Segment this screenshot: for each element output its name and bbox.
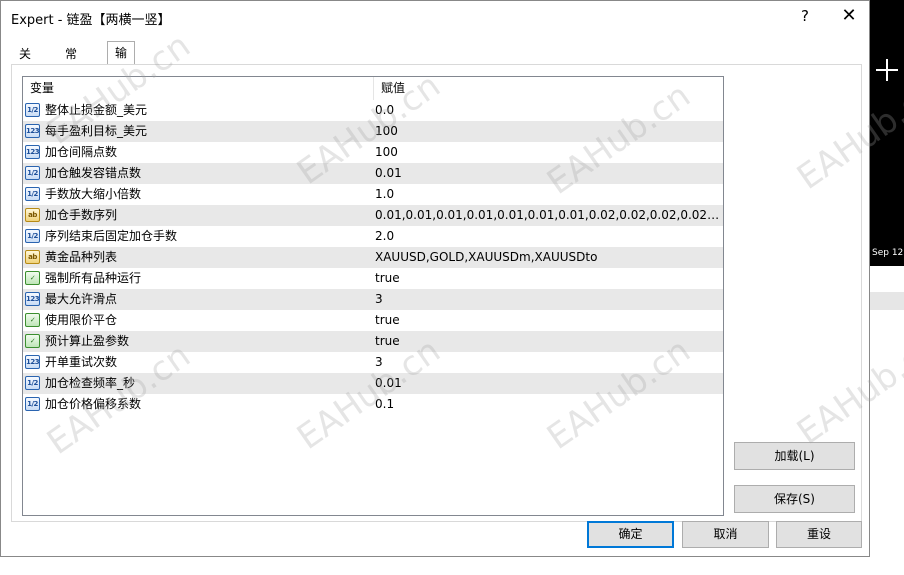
table-row[interactable]: 123 最大允许滑点 3 bbox=[23, 289, 723, 310]
background-toolbar bbox=[870, 292, 904, 310]
variable-name: 最大允许滑点 bbox=[45, 292, 118, 306]
table-row[interactable]: ab 黄金品种列表 XAUUSD,GOLD,XAUUSDm,XAUUSDto bbox=[23, 247, 723, 268]
double-type-icon: 1/2 bbox=[25, 166, 40, 180]
variable-name: 预计算止盈参数 bbox=[45, 334, 130, 348]
int-type-icon: 123 bbox=[25, 124, 40, 138]
variable-cell[interactable]: 1/2 整体止损金额_美元 bbox=[23, 100, 374, 121]
value-cell[interactable]: 100 bbox=[375, 121, 721, 142]
grid-header: 变量 赋值 bbox=[23, 77, 723, 100]
value-cell[interactable]: XAUUSD,GOLD,XAUUSDm,XAUUSDto bbox=[375, 247, 721, 268]
string-type-icon: ab bbox=[25, 208, 40, 222]
window-title: Expert - 链盈【两横一竖】 bbox=[11, 13, 171, 28]
tab-about[interactable]: 关于 bbox=[11, 43, 39, 81]
variable-cell[interactable]: 123 每手盈利目标_美元 bbox=[23, 121, 374, 142]
variable-name: 强制所有品种运行 bbox=[45, 271, 142, 285]
table-row[interactable]: 1/2 加仓触发容错点数 0.01 bbox=[23, 163, 723, 184]
column-header-value[interactable]: 赋值 bbox=[374, 77, 723, 100]
variable-cell[interactable]: 1/2 加仓触发容错点数 bbox=[23, 163, 374, 184]
value-cell[interactable]: 0.1 bbox=[375, 394, 721, 415]
int-type-icon: 123 bbox=[25, 355, 40, 369]
tab-common[interactable]: 常用 bbox=[57, 43, 85, 81]
variable-name: 加仓手数序列 bbox=[45, 208, 118, 222]
load-button[interactable]: 加载(L) bbox=[734, 442, 855, 470]
grid-rows: 1/2 整体止损金额_美元 0.0 123 每手盈利目标_美元 100 123 加仓间隔点数 1… bbox=[23, 100, 723, 415]
int-type-icon: 123 bbox=[25, 145, 40, 159]
double-type-icon: 1/2 bbox=[25, 103, 40, 117]
int-type-icon: 123 bbox=[25, 292, 40, 306]
variable-cell[interactable]: ab 黄金品种列表 bbox=[23, 247, 374, 268]
variable-cell[interactable]: ✓ 使用限价平仓 bbox=[23, 310, 374, 331]
variable-cell[interactable]: ab 加仓手数序列 bbox=[23, 205, 374, 226]
variable-name: 黄金品种列表 bbox=[45, 250, 118, 264]
variable-name: 加仓价格偏移系数 bbox=[45, 397, 142, 411]
crosshair-icon-vertical bbox=[886, 59, 888, 81]
variable-cell[interactable]: 123 最大允许滑点 bbox=[23, 289, 374, 310]
table-row[interactable]: ✓ 使用限价平仓 true bbox=[23, 310, 723, 331]
variable-name: 整体止损金额_美元 bbox=[45, 103, 148, 117]
value-cell[interactable]: true bbox=[375, 310, 721, 331]
value-cell[interactable]: 0.01 bbox=[375, 163, 721, 184]
double-type-icon: 1/2 bbox=[25, 376, 40, 390]
variable-name: 加仓检查频率_秒 bbox=[45, 376, 136, 390]
cancel-button[interactable]: 取消 bbox=[682, 521, 769, 548]
parameters-grid: 变量 赋值 1/2 整体止损金额_美元 0.0 123 每手盈利目标_美元 100 123 加… bbox=[22, 76, 724, 516]
string-type-icon: ab bbox=[25, 250, 40, 264]
value-cell[interactable]: 0.01,0.01,0.01,0.01,0.01,0.01,0.01,0.02,… bbox=[375, 205, 721, 226]
double-type-icon: 1/2 bbox=[25, 229, 40, 243]
bool-type-icon: ✓ bbox=[25, 313, 40, 327]
value-cell[interactable]: 0.01 bbox=[375, 373, 721, 394]
save-button[interactable]: 保存(S) bbox=[734, 485, 855, 513]
table-row[interactable]: ✓ 预计算止盈参数 true bbox=[23, 331, 723, 352]
value-cell[interactable]: 3 bbox=[375, 289, 721, 310]
variable-name: 加仓间隔点数 bbox=[45, 145, 118, 159]
double-type-icon: 1/2 bbox=[25, 187, 40, 201]
table-row[interactable]: ab 加仓手数序列 0.01,0.01,0.01,0.01,0.01,0.01,0.… bbox=[23, 205, 723, 226]
table-row[interactable]: 1/2 整体止损金额_美元 0.0 bbox=[23, 100, 723, 121]
ok-button[interactable]: 确定 bbox=[587, 521, 674, 548]
variable-name: 使用限价平仓 bbox=[45, 313, 118, 327]
variable-name: 开单重试次数 bbox=[45, 355, 118, 369]
background-chart bbox=[870, 0, 904, 240]
background-time-axis: Sep 12:2 bbox=[870, 240, 904, 266]
tab-inputs[interactable]: 输入参数 bbox=[107, 41, 136, 126]
table-row[interactable]: 123 开单重试次数 3 bbox=[23, 352, 723, 373]
value-cell[interactable]: 100 bbox=[375, 142, 721, 163]
variable-cell[interactable]: 123 加仓间隔点数 bbox=[23, 142, 374, 163]
variable-name: 手数放大缩小倍数 bbox=[45, 187, 142, 201]
variable-cell[interactable]: 1/2 手数放大缩小倍数 bbox=[23, 184, 374, 205]
column-header-variable[interactable]: 变量 bbox=[23, 77, 374, 100]
variable-cell[interactable]: 1/2 序列结束后固定加仓手数 bbox=[23, 226, 374, 247]
bool-type-icon: ✓ bbox=[25, 271, 40, 285]
help-button[interactable]: ? bbox=[795, 7, 815, 25]
table-row[interactable]: 1/2 手数放大缩小倍数 1.0 bbox=[23, 184, 723, 205]
value-cell[interactable]: 1.0 bbox=[375, 184, 721, 205]
title-bar: Expert - 链盈【两横一竖】 ? ✕ bbox=[1, 1, 869, 33]
table-row[interactable]: 1/2 序列结束后固定加仓手数 2.0 bbox=[23, 226, 723, 247]
variable-cell[interactable]: ✓ 强制所有品种运行 bbox=[23, 268, 374, 289]
variable-name: 加仓触发容错点数 bbox=[45, 166, 142, 180]
variable-cell[interactable]: 1/2 加仓检查频率_秒 bbox=[23, 373, 374, 394]
variable-name: 每手盈利目标_美元 bbox=[45, 124, 148, 138]
value-cell[interactable]: true bbox=[375, 331, 721, 352]
table-row[interactable]: ✓ 强制所有品种运行 true bbox=[23, 268, 723, 289]
reset-button[interactable]: 重设 bbox=[776, 521, 862, 548]
table-row[interactable]: 1/2 加仓检查频率_秒 0.01 bbox=[23, 373, 723, 394]
value-cell[interactable]: 0.0 bbox=[375, 100, 721, 121]
variable-cell[interactable]: ✓ 预计算止盈参数 bbox=[23, 331, 374, 352]
value-cell[interactable]: true bbox=[375, 268, 721, 289]
expert-dialog: Expert - 链盈【两横一竖】 ? ✕ 关于 常用 输入参数 变量 赋值 1… bbox=[0, 0, 870, 557]
bool-type-icon: ✓ bbox=[25, 334, 40, 348]
variable-name: 序列结束后固定加仓手数 bbox=[45, 229, 178, 243]
double-type-icon: 1/2 bbox=[25, 397, 40, 411]
variable-cell[interactable]: 123 开单重试次数 bbox=[23, 352, 374, 373]
value-cell[interactable]: 3 bbox=[375, 352, 721, 373]
variable-cell[interactable]: 1/2 加仓价格偏移系数 bbox=[23, 394, 374, 415]
table-row[interactable]: 1/2 加仓价格偏移系数 0.1 bbox=[23, 394, 723, 415]
value-cell[interactable]: 2.0 bbox=[375, 226, 721, 247]
table-row[interactable]: 123 每手盈利目标_美元 100 bbox=[23, 121, 723, 142]
table-row[interactable]: 123 加仓间隔点数 100 bbox=[23, 142, 723, 163]
close-button[interactable]: ✕ bbox=[837, 3, 861, 29]
